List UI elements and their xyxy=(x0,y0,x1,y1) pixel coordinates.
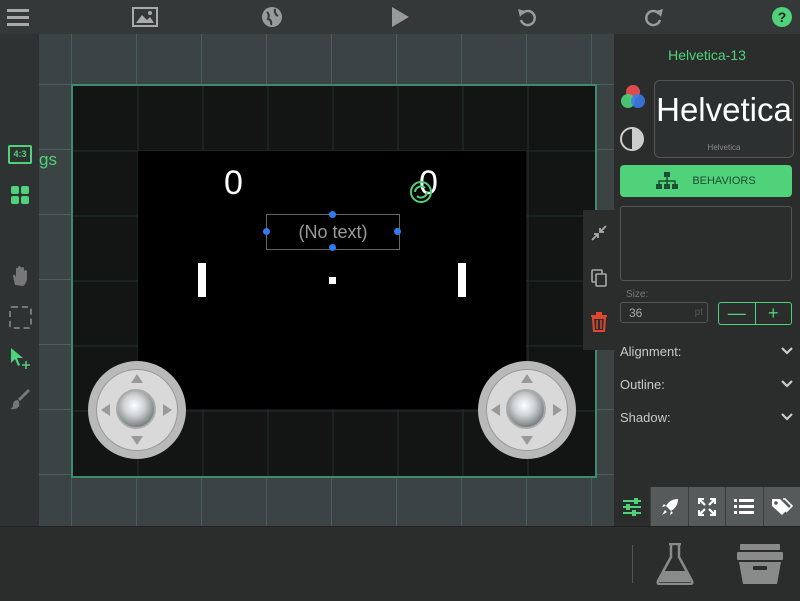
help-icon[interactable]: ? xyxy=(768,4,796,30)
behaviors-label: BEHAVIORS xyxy=(692,175,756,187)
resize-handle-left[interactable] xyxy=(263,228,270,235)
joystick-right[interactable] xyxy=(478,361,576,459)
globe-icon[interactable] xyxy=(258,4,286,30)
size-stepper[interactable]: — + xyxy=(718,302,792,325)
outline-label: Outline: xyxy=(620,376,665,392)
font-preview-large: Helvetica xyxy=(656,91,792,128)
alignment-label: Alignment: xyxy=(620,343,682,359)
top-toolbar: ? xyxy=(0,0,800,34)
marquee-select-icon[interactable] xyxy=(5,302,35,332)
joystick-left[interactable] xyxy=(88,361,186,459)
chevron-down-icon xyxy=(781,347,793,355)
archive-icon[interactable] xyxy=(735,543,785,585)
chevron-down-icon xyxy=(781,380,793,388)
flask-icon[interactable] xyxy=(656,543,694,585)
increase-button[interactable]: + xyxy=(754,303,792,324)
left-paddle[interactable] xyxy=(198,263,206,297)
pointer-move-icon[interactable] xyxy=(5,343,35,373)
redo-icon[interactable] xyxy=(640,4,668,30)
chevron-down-icon xyxy=(781,413,793,421)
image-icon[interactable] xyxy=(131,4,159,30)
paint-brush-icon[interactable] xyxy=(5,384,35,414)
color-icon[interactable] xyxy=(620,84,646,110)
contrast-icon[interactable] xyxy=(620,127,644,151)
menu-icon[interactable] xyxy=(4,4,32,30)
divider xyxy=(632,545,633,583)
inspector-tabs xyxy=(614,487,800,526)
list-icon[interactable] xyxy=(725,487,763,526)
partial-label: gs xyxy=(39,150,57,169)
font-name[interactable]: Helvetica-13 xyxy=(614,47,800,63)
resize-handle-top[interactable] xyxy=(329,211,336,218)
right-paddle[interactable] xyxy=(458,263,466,297)
behaviors-list[interactable] xyxy=(620,206,792,281)
font-preview[interactable]: Helvetica Helvetica xyxy=(654,80,794,158)
inspector-panel: Helvetica-13 Helvetica Helvetica BEHAVIO… xyxy=(614,34,800,526)
font-preview-small: Helvetica xyxy=(707,143,741,152)
size-input[interactable]: 36 pt xyxy=(620,302,708,323)
grid-icon[interactable] xyxy=(5,180,35,210)
decrease-button[interactable]: — xyxy=(719,303,755,324)
hierarchy-icon xyxy=(656,172,679,189)
duplicate-icon[interactable] xyxy=(586,265,611,290)
play-icon[interactable] xyxy=(386,4,414,30)
shadow-row[interactable]: Shadow: xyxy=(620,406,794,428)
aspect-ratio-label: 4:3 xyxy=(8,144,32,164)
rocket-icon[interactable] xyxy=(650,487,688,526)
hand-icon[interactable] xyxy=(5,261,35,291)
size-label: Size: xyxy=(626,289,649,300)
rotate-handle-icon[interactable] xyxy=(407,178,435,206)
undo-icon[interactable] xyxy=(513,4,541,30)
alignment-row[interactable]: Alignment: xyxy=(620,340,794,362)
outline-row[interactable]: Outline: xyxy=(620,373,794,395)
svg-text:?: ? xyxy=(778,9,787,25)
shrink-icon[interactable] xyxy=(586,220,611,245)
sliders-icon[interactable] xyxy=(614,487,651,526)
object-tools xyxy=(583,210,614,350)
resize-handle-bottom[interactable] xyxy=(329,244,336,251)
aspect-ratio-icon[interactable]: 4:3 xyxy=(5,139,35,169)
score-left[interactable]: 0 xyxy=(224,164,243,203)
size-value: 36 xyxy=(629,305,643,320)
ball[interactable] xyxy=(329,277,336,284)
trash-icon[interactable] xyxy=(586,309,611,334)
shadow-label: Shadow: xyxy=(620,409,671,425)
resize-handle-right[interactable] xyxy=(394,228,401,235)
size-unit: pt xyxy=(694,307,703,318)
behaviors-button[interactable]: BEHAVIORS xyxy=(620,165,792,197)
scene-canvas[interactable]: 0 0 (No text) xyxy=(39,34,614,526)
tags-icon[interactable] xyxy=(762,487,800,526)
left-toolbar: 4:3 xyxy=(0,34,39,526)
bottom-bar xyxy=(0,526,800,601)
expand-icon[interactable] xyxy=(687,487,726,526)
